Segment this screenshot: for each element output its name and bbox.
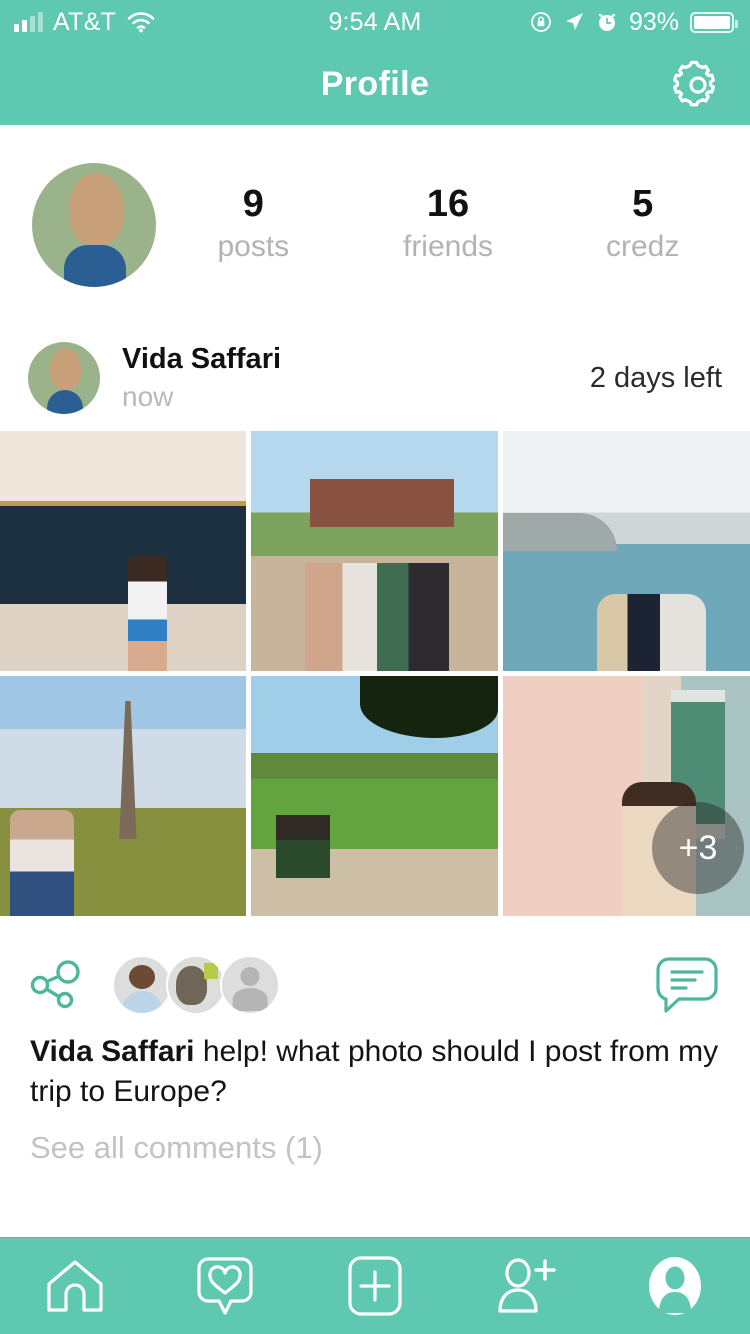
battery-percent-label: 93% <box>628 7 679 36</box>
photo-image-3 <box>503 431 750 671</box>
profile-summary: 9 posts 16 friends 5 credz <box>0 125 750 325</box>
photo-cell-3[interactable] <box>503 431 750 671</box>
tab-create[interactable] <box>300 1238 450 1334</box>
person-circle-icon <box>646 1255 704 1317</box>
commenter-avatars <box>112 955 280 1015</box>
photo-cell-2[interactable] <box>251 431 498 671</box>
avatar[interactable] <box>32 163 156 287</box>
tab-bar <box>0 1237 750 1334</box>
post-author-block: Vida Saffari now <box>122 342 590 414</box>
post-header: Vida Saffari now 2 days left <box>0 325 750 431</box>
status-bar: AT&T 9:54 AM 93% <box>0 0 750 44</box>
stat-friends-value: 16 <box>426 183 470 226</box>
alarm-clock-icon <box>596 11 618 33</box>
caption-author[interactable]: Vida Saffari <box>30 1035 195 1068</box>
settings-button[interactable] <box>670 57 726 113</box>
post-author-name[interactable]: Vida Saffari <box>122 342 590 377</box>
page-title: Profile <box>320 65 430 103</box>
stat-posts[interactable]: 9 posts <box>156 184 351 266</box>
stat-friends[interactable]: 16 friends <box>351 184 546 266</box>
app-root: AT&T 9:54 AM 93% Profile 9 posts 16 frie… <box>0 0 750 1334</box>
status-bar-right: 93% <box>530 7 738 37</box>
stat-posts-value: 9 <box>242 183 264 226</box>
commenter-avatar-2[interactable] <box>166 955 226 1015</box>
comment-bubble-icon <box>655 954 719 1016</box>
stat-credz[interactable]: 5 credz <box>545 184 740 266</box>
tab-home[interactable] <box>0 1238 150 1334</box>
location-arrow-icon <box>563 11 585 33</box>
commenter-avatar-1[interactable] <box>112 955 172 1015</box>
photo-image-5 <box>251 676 498 916</box>
plus-square-icon <box>347 1255 403 1317</box>
stat-credz-value: 5 <box>632 183 654 226</box>
tab-add-friend[interactable] <box>450 1238 600 1334</box>
stat-friends-label: friends <box>402 230 494 264</box>
see-all-comments-link[interactable]: See all comments (1) <box>30 1130 323 1166</box>
photo-cell-1[interactable] <box>0 431 246 671</box>
photo-cell-5[interactable] <box>251 676 498 916</box>
share-button[interactable] <box>20 950 90 1020</box>
photo-cell-4[interactable] <box>0 676 246 916</box>
post-author-avatar[interactable] <box>28 342 100 414</box>
tab-profile[interactable] <box>600 1238 750 1334</box>
post-expiry-label: 2 days left <box>589 361 722 394</box>
photo-grid: +3 <box>0 431 750 928</box>
battery-icon <box>690 11 738 33</box>
add-person-icon <box>494 1256 556 1316</box>
photo-image-4 <box>0 676 246 916</box>
post-timestamp: now <box>122 380 174 412</box>
stat-credz-label: credz <box>606 230 680 264</box>
nav-bar: Profile <box>0 44 750 125</box>
gear-icon <box>672 59 724 111</box>
stat-posts-label: posts <box>217 230 290 264</box>
photo-image-2 <box>251 431 498 671</box>
commenter-avatar-3[interactable] <box>220 955 280 1015</box>
home-icon <box>44 1257 106 1315</box>
post-caption: Vida Saffari help! what photo should I p… <box>30 1032 720 1112</box>
post-action-bar <box>0 935 750 1035</box>
heart-bubble-icon <box>196 1255 254 1317</box>
share-icon <box>23 953 87 1017</box>
photo-cell-6[interactable]: +3 <box>503 676 750 916</box>
comment-button[interactable] <box>652 950 722 1020</box>
tab-activity[interactable] <box>150 1238 300 1334</box>
rotation-lock-icon <box>530 11 552 33</box>
photo-image-1 <box>0 431 246 671</box>
profile-stats: 9 posts 16 friends 5 credz <box>156 125 750 325</box>
more-photos-badge[interactable]: +3 <box>652 802 744 894</box>
